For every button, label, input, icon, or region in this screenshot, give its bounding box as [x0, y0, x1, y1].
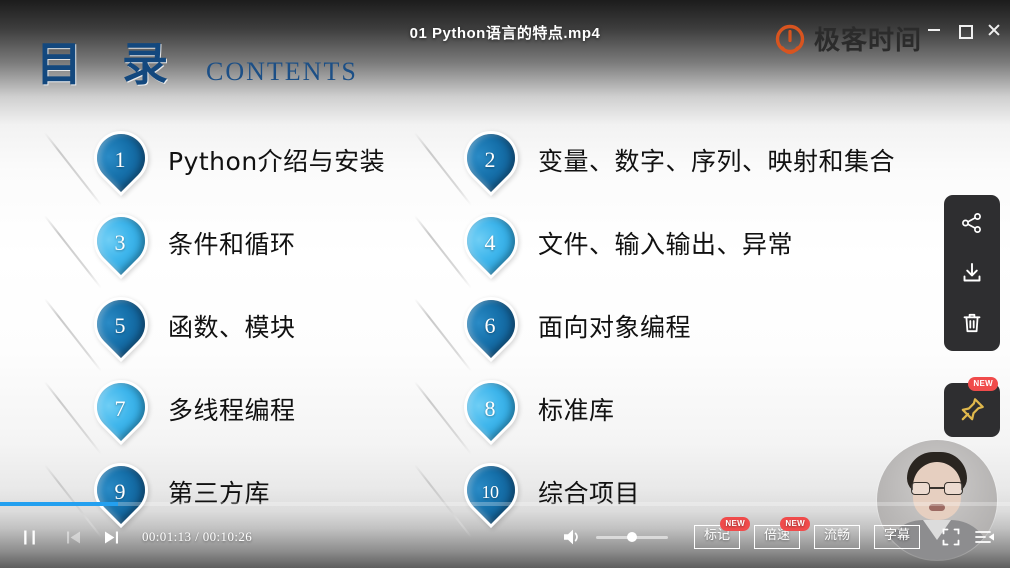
- contents-item-label: 函数、模块: [168, 312, 296, 342]
- contents-item-number: 7: [114, 396, 126, 421]
- contents-item-label: 条件和循环: [168, 229, 296, 259]
- contents-item-label: 多线程编程: [168, 395, 296, 425]
- contents-item-number: 1: [114, 147, 126, 172]
- contents-item: 3 条件和循环: [43, 201, 458, 289]
- pause-button[interactable]: [14, 522, 44, 552]
- contents-item-marker: 5: [43, 285, 160, 372]
- contents-item-marker: 6: [413, 285, 530, 372]
- volume-slider[interactable]: [595, 532, 668, 542]
- contents-item-label: 标准库: [538, 395, 615, 425]
- volume-icon[interactable]: [558, 522, 588, 552]
- contents-item: 2 变量、数字、序列、映射和集合: [413, 118, 968, 206]
- quality-button-label: 流畅: [823, 528, 850, 544]
- maximize-button[interactable]: [956, 22, 973, 39]
- speed-button[interactable]: 倍速 NEW: [753, 517, 810, 549]
- volume-control: [558, 522, 668, 552]
- contents-list: 1 Python介绍与安装 2 变量、数字、序列、映射和集合 3 条件和循环 4 文件、输入输…: [43, 118, 968, 538]
- contents-item-number: 3: [114, 230, 126, 255]
- contents-item-marker: 3: [43, 202, 160, 289]
- share-icon[interactable]: [958, 209, 986, 237]
- fullscreen-icon[interactable]: [934, 522, 968, 552]
- contents-item-number: 5: [114, 313, 126, 338]
- window-controls: [926, 22, 1002, 39]
- speed-new-badge: NEW: [780, 517, 810, 532]
- delete-icon[interactable]: [958, 309, 986, 337]
- contents-item-marker: 8: [413, 368, 530, 455]
- next-button[interactable]: [96, 522, 126, 552]
- subtitle-button-label: 字幕: [883, 528, 910, 544]
- contents-item-label: 文件、输入输出、异常: [538, 229, 794, 259]
- webcam-glasses: [911, 482, 963, 495]
- contents-item-label: 面向对象编程: [538, 312, 692, 342]
- contents-item-marker: 7: [43, 368, 160, 455]
- contents-item: 8 标准库: [413, 367, 968, 455]
- video-player-window: 目 录 CONTENTS 1 Python介绍与安装 2 变量、数字、序列、映射和集合…: [0, 0, 1010, 568]
- contents-item-label: 变量、数字、序列、映射和集合: [538, 146, 896, 176]
- contents-item-marker: 2: [413, 119, 530, 206]
- mark-new-badge: NEW: [720, 517, 750, 532]
- download-icon[interactable]: [958, 259, 986, 287]
- pin-new-badge: NEW: [968, 377, 998, 391]
- contents-item: 4 文件、输入输出、异常: [413, 201, 968, 289]
- tool-rail: [944, 195, 1000, 351]
- close-button[interactable]: [986, 22, 1002, 38]
- contents-item-number: 2: [484, 147, 496, 172]
- player-controls: 00:01:13 / 00:10:26 标记 NEW 倍速 NEW 流畅 字幕: [0, 506, 1010, 568]
- mark-button[interactable]: 标记 NEW: [693, 517, 750, 549]
- pin-button[interactable]: NEW: [944, 377, 1000, 437]
- previous-button[interactable]: [58, 522, 88, 552]
- playlist-icon[interactable]: [968, 522, 1002, 552]
- contents-item-marker: 4: [413, 202, 530, 289]
- pin-icon: [961, 398, 984, 421]
- volume-knob[interactable]: [626, 532, 637, 542]
- minimize-button[interactable]: [926, 22, 942, 38]
- contents-item-number: 4: [484, 230, 496, 255]
- subtitle-button[interactable]: 字幕: [873, 525, 920, 549]
- quality-button[interactable]: 流畅: [813, 525, 860, 549]
- contents-item: 6 面向对象编程: [413, 284, 968, 372]
- contents-item-label: Python介绍与安装: [168, 146, 386, 176]
- contents-item: 5 函数、模块: [43, 284, 458, 372]
- contents-item: 7 多线程编程: [43, 367, 458, 455]
- time-display: 00:01:13 / 00:10:26: [142, 529, 253, 544]
- contents-item-number: 8: [484, 396, 496, 421]
- contents-item-marker: 1: [43, 119, 160, 206]
- brand-logo: 极客时间: [773, 24, 922, 58]
- contents-item: 1 Python介绍与安装: [43, 118, 458, 206]
- contents-item-number: 6: [484, 313, 496, 338]
- geektime-logo-icon: [773, 24, 807, 58]
- brand-name: 极客时间: [813, 26, 922, 56]
